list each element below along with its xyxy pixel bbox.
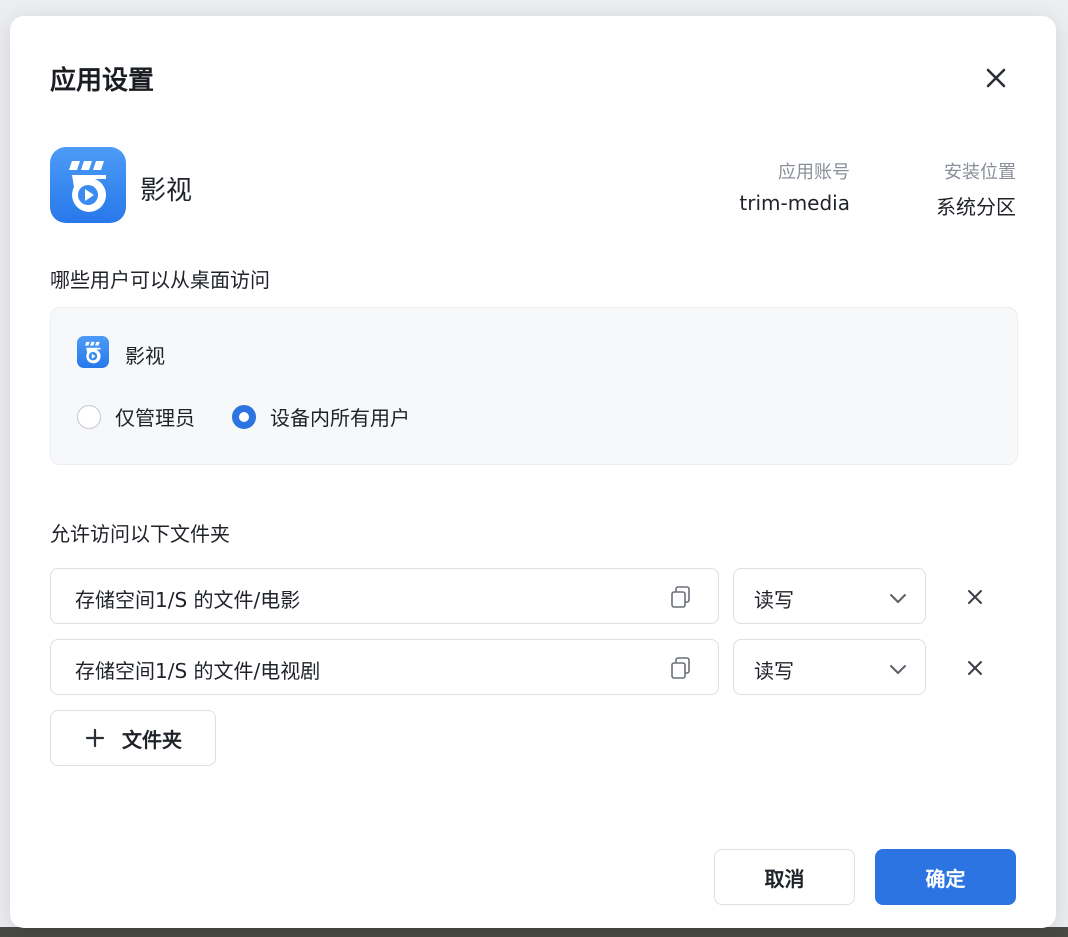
app-name: 影视 xyxy=(140,176,193,206)
remove-folder-icon[interactable] xyxy=(962,584,988,610)
folder-path-field[interactable]: 存储空间1/S 的文件/电视剧 xyxy=(50,639,719,695)
media-app-icon xyxy=(50,147,126,223)
desktop-access-panel: 影视 仅管理员 设备内所有用户 xyxy=(50,307,1018,465)
location-value: 系统分区 xyxy=(936,195,1016,219)
add-folder-button[interactable]: 文件夹 xyxy=(50,710,216,766)
permission-value: 读写 xyxy=(754,659,794,683)
ok-button[interactable]: 确定 xyxy=(875,849,1016,905)
add-folder-label: 文件夹 xyxy=(122,727,182,752)
close-icon[interactable] xyxy=(980,62,1012,94)
radio-all-users[interactable]: 设备内所有用户 xyxy=(232,402,410,431)
radio-circle-selected[interactable] xyxy=(232,404,256,429)
location-label: 安装位置 xyxy=(944,162,1016,183)
panel-app-name: 影视 xyxy=(125,344,165,368)
folder-path-field[interactable]: 存储空间1/S 的文件/电影 xyxy=(50,568,719,624)
account-value: trim-media xyxy=(739,191,850,215)
cancel-button[interactable]: 取消 xyxy=(714,849,855,905)
permission-value: 读写 xyxy=(754,588,794,612)
copy-icon[interactable] xyxy=(668,584,694,610)
radio-label: 仅管理员 xyxy=(115,406,195,430)
folders-title: 允许访问以下文件夹 xyxy=(50,522,230,546)
folder-path-text: 存储空间1/S 的文件/电视剧 xyxy=(75,659,321,683)
app-settings-dialog: 应用设置 影视 应用账号 trim-media 安装位置 系统分区 哪些用户可以… xyxy=(10,16,1056,928)
account-label: 应用账号 xyxy=(778,162,850,183)
permission-select[interactable]: 读写 xyxy=(733,639,926,695)
chevron-down-icon xyxy=(887,587,909,609)
folder-path-text: 存储空间1/S 的文件/电影 xyxy=(75,588,301,612)
desktop-access-title: 哪些用户可以从桌面访问 xyxy=(50,268,270,292)
plus-icon xyxy=(84,727,106,749)
remove-folder-icon[interactable] xyxy=(962,655,988,681)
permission-select[interactable]: 读写 xyxy=(733,568,926,624)
radio-admin-only[interactable]: 仅管理员 xyxy=(77,402,195,431)
radio-circle[interactable] xyxy=(77,404,101,429)
media-app-small-icon xyxy=(77,336,109,368)
chevron-down-icon xyxy=(887,658,909,680)
dialog-title: 应用设置 xyxy=(50,66,155,96)
copy-icon[interactable] xyxy=(668,655,694,681)
taskbar-strip xyxy=(0,927,1068,937)
radio-label: 设备内所有用户 xyxy=(270,406,410,430)
